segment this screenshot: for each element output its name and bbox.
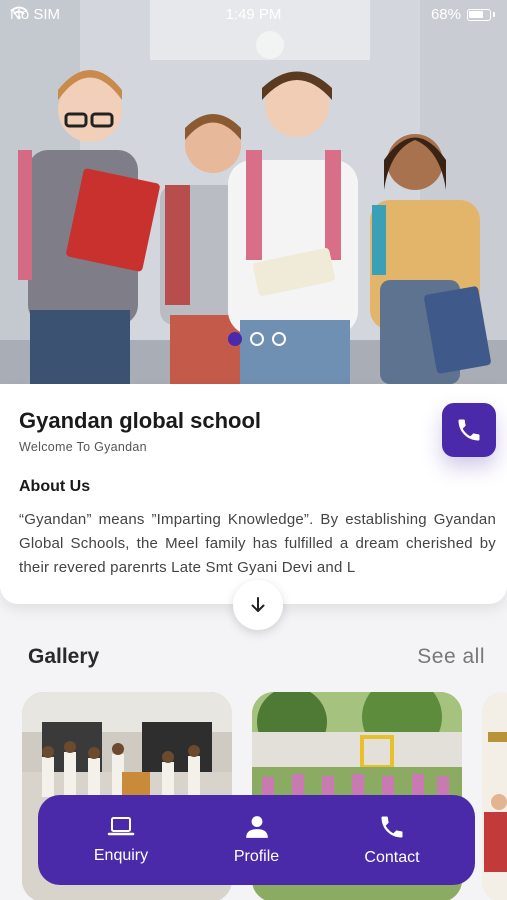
carousel-dot-1[interactable] [228, 332, 242, 346]
hero-image [0, 0, 507, 384]
school-info-card: Gyandan global school Welcome To Gyandan… [0, 384, 507, 604]
nav-enquiry-label: Enquiry [93, 847, 149, 864]
nav-profile-label: Profile [233, 848, 280, 865]
carousel-dot-3[interactable] [272, 332, 286, 346]
hero-banner[interactable]: No SIM 1:49 PM 68% [0, 0, 507, 384]
person-icon [245, 816, 268, 838]
about-heading: About Us [19, 478, 91, 495]
phone-icon [381, 816, 403, 838]
arrow-down-icon [251, 597, 265, 612]
gallery-item-3[interactable] [482, 692, 507, 900]
battery-icon [467, 8, 491, 21]
phone-icon [458, 419, 480, 441]
bottom-nav: Enquiry Profile Contact [38, 795, 475, 885]
school-title: Gyandan global school [19, 408, 262, 433]
gallery-image-3 [482, 692, 507, 900]
battery-percent: 68% [430, 6, 461, 23]
app-screen: No SIM 1:49 PM 68% Gyandan global school [0, 0, 507, 900]
see-all-link[interactable]: See all [417, 645, 485, 669]
about-text: “Gyandan” means ”Imparting Knowledge”. B… [19, 511, 496, 576]
battery-tip [493, 12, 495, 17]
nav-enquiry[interactable]: Enquiry [66, 795, 176, 885]
expand-button[interactable] [233, 580, 283, 630]
call-button[interactable] [442, 403, 496, 457]
school-subtitle: Welcome To Gyandan [19, 440, 147, 454]
laptop-icon [107, 817, 135, 836]
status-bar: No SIM 1:49 PM 68% [0, 0, 507, 30]
gallery-heading: Gallery [28, 645, 100, 668]
carousel-dot-2[interactable] [250, 332, 264, 346]
nav-profile[interactable]: Profile [202, 795, 312, 885]
nav-contact[interactable]: Contact [337, 795, 447, 885]
carousel-indicator [228, 332, 286, 346]
nav-contact-label: Contact [364, 849, 420, 866]
